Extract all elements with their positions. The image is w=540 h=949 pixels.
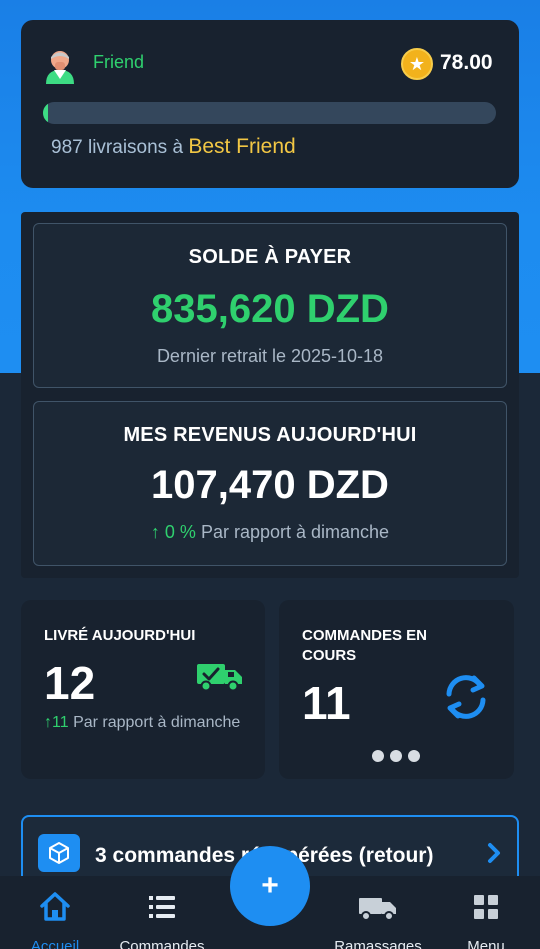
delivered-today-card[interactable]: LIVRÉ AUJOURD'HUI 12 ↑11 Par rapport à d…: [21, 600, 265, 779]
nav-home[interactable]: Accueil: [0, 876, 110, 949]
revenue-box[interactable]: MES REVENUS AUJOURD'HUI 107,470 DZD ↑ 0 …: [33, 401, 507, 566]
refresh-icon: [446, 675, 486, 719]
nav-menu-label: Menu: [467, 938, 505, 949]
grid-menu-icon: [474, 895, 498, 919]
revenue-amount: 107,470 DZD: [151, 463, 389, 507]
revenue-title: MES REVENUS AUJOURD'HUI: [123, 424, 417, 446]
progress-target: Best Friend: [188, 135, 296, 158]
in-progress-count: 11: [302, 677, 351, 729]
nav-pickups[interactable]: Ramassages: [323, 876, 433, 949]
list-icon: [149, 896, 175, 918]
delivered-count: 12: [44, 657, 96, 709]
in-progress-title: COMMANDES EN COURS: [302, 627, 428, 664]
coin-balance: 78.00: [440, 51, 493, 74]
truck-icon: [359, 898, 396, 921]
carousel-dot[interactable]: [372, 750, 384, 762]
carousel-dot[interactable]: [408, 750, 420, 762]
last-withdrawal: Dernier retrait le 2025-10-18: [156, 346, 384, 366]
balance-box[interactable]: SOLDE À PAYER 835,620 DZD Dernier retrai…: [33, 223, 507, 388]
delivered-comparison: ↑11 Par rapport à dimanche: [44, 714, 240, 732]
nav-home-label: Accueil: [30, 938, 80, 949]
orders-in-progress-card[interactable]: COMMANDES EN COURS 11: [279, 600, 514, 779]
add-order-button[interactable]: +: [230, 846, 310, 926]
package-return-icon: [38, 834, 80, 872]
loyalty-card[interactable]: Friend ★ 78.00 987 livraisons à Best Fri…: [21, 20, 519, 188]
delivery-truck-check-icon: [197, 664, 242, 692]
delivered-title: LIVRÉ AUJOURD'HUI: [44, 627, 196, 644]
delivered-compare-text: Par rapport à dimanche: [73, 714, 241, 731]
revenue-change-pct: 0 %: [164, 522, 196, 542]
delivered-change: ↑11: [44, 714, 69, 731]
nav-pickups-label: Ramassages: [334, 938, 422, 949]
progress-count: 987 livraisons à: [51, 137, 184, 158]
loyalty-level: Friend: [93, 52, 145, 72]
carousel-dot[interactable]: [390, 750, 402, 762]
carousel-dots[interactable]: [372, 750, 420, 762]
finance-panel: SOLDE À PAYER 835,620 DZD Dernier retrai…: [21, 212, 519, 578]
chevron-right-icon: [488, 843, 500, 863]
loyalty-progress-fill: [43, 102, 48, 124]
nav-orders-label: Commandes: [119, 938, 205, 949]
avatar-icon: [46, 51, 74, 84]
nav-orders[interactable]: Commandes: [107, 876, 217, 949]
revenue-comparison: ↑ 0 % Par rapport à dimanche: [34, 522, 506, 543]
home-icon: [40, 892, 70, 921]
loyalty-progress-bar: [43, 102, 496, 124]
arrow-up-icon: ↑: [150, 522, 160, 542]
star-coin-icon: ★: [401, 48, 433, 80]
revenue-compare-text: Par rapport à dimanche: [200, 522, 390, 542]
nav-menu[interactable]: Menu: [431, 876, 540, 949]
balance-amount: 835,620 DZD: [151, 287, 389, 331]
loyalty-progress-text: 987 livraisons à Best Friend: [51, 135, 296, 159]
balance-title: SOLDE À PAYER: [188, 246, 352, 268]
